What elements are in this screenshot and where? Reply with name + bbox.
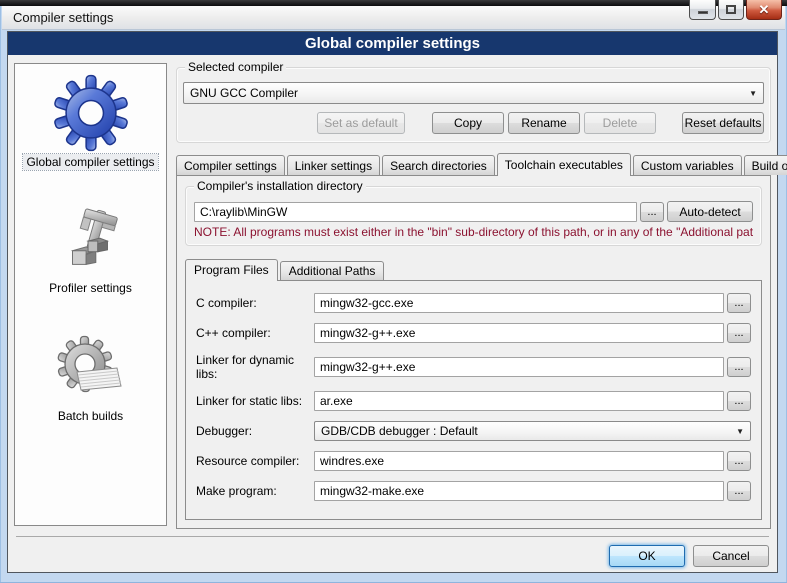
static-linker-label: Linker for static libs: [196,394,314,408]
cancel-button[interactable]: Cancel [693,545,769,567]
sidebar-item-label: Profiler settings [46,280,135,296]
cpp-compiler-browse-button[interactable]: ... [727,323,751,343]
minimize-icon [698,11,708,14]
window-title: Compiler settings [13,10,113,25]
dynamic-linker-input[interactable] [314,357,724,377]
sidebar-item-profiler-settings[interactable]: Profiler settings [46,208,135,296]
programs-subnotebook: Program Files Additional Paths C compile… [185,258,762,520]
browse-directory-button[interactable]: ... [640,202,664,222]
program-files-panel: C compiler: ... C++ compiler: [185,280,762,520]
gear-stack-icon [55,334,127,406]
resource-compiler-label: Resource compiler: [196,454,314,468]
debugger-combobox-value: GDB/CDB debugger : Default [321,424,730,438]
close-icon: ✕ [759,2,770,18]
maximize-button[interactable] [718,0,744,20]
make-program-row: Make program: ... [196,481,751,501]
compiler-combobox-value: GNU GCC Compiler [190,86,743,100]
chevron-down-icon: ▼ [743,89,757,98]
dialog-footer: OK Cancel [16,536,769,567]
sidebar-item-label: Batch builds [55,408,126,424]
static-linker-row: Linker for static libs: ... [196,391,751,411]
delete-button[interactable]: Delete [584,112,656,134]
dialog-client-area: Global compiler settings [7,31,778,573]
settings-content: Selected compiler GNU GCC Compiler ▼ Set… [176,61,771,528]
installation-directory-input[interactable] [194,202,637,222]
maximize-icon [726,5,736,14]
sidebar-item-batch-builds[interactable]: Batch builds [55,334,127,424]
static-linker-input[interactable] [314,391,724,411]
caliper-icon [55,208,125,278]
c-compiler-browse-button[interactable]: ... [727,293,751,313]
tab-compiler-settings[interactable]: Compiler settings [176,155,285,175]
resource-compiler-browse-button[interactable]: ... [727,451,751,471]
installation-note: NOTE: All programs must exist either in … [194,225,753,239]
titlebar[interactable]: Compiler settings [2,6,785,30]
selected-compiler-group-label: Selected compiler [185,60,286,74]
set-as-default-button[interactable]: Set as default [317,112,405,134]
page-title: Global compiler settings [305,35,480,52]
installation-directory-group: Compiler's installation directory ... Au… [185,186,762,246]
programs-subtabbar: Program Files Additional Paths [185,258,762,280]
c-compiler-input[interactable] [314,293,724,313]
settings-category-list: Global compiler settings [14,63,167,526]
dynamic-linker-browse-button[interactable]: ... [727,357,751,377]
make-program-browse-button[interactable]: ... [727,481,751,501]
tab-build-options[interactable]: Build options [744,155,787,175]
toolchain-executables-panel: Compiler's installation directory ... Au… [176,175,771,529]
sidebar-item-label: Global compiler settings [23,154,157,170]
subtab-program-files[interactable]: Program Files [185,259,278,281]
auto-detect-button[interactable]: Auto-detect [667,201,753,222]
sidebar-item-global-compiler-settings[interactable]: Global compiler settings [23,74,157,170]
chevron-down-icon: ▼ [730,427,744,436]
dialog-body: Global compiler settings [8,61,777,528]
settings-tabbar: Compiler settings Linker settings Search… [176,153,771,175]
dynamic-linker-label: Linker for dynamic libs: [196,353,314,381]
tab-toolchain-executables[interactable]: Toolchain executables [497,153,631,176]
copy-button[interactable]: Copy [432,112,504,134]
tab-linker-settings[interactable]: Linker settings [287,155,380,175]
rename-button[interactable]: Rename [508,112,580,134]
debugger-combobox[interactable]: GDB/CDB debugger : Default ▼ [314,421,751,441]
static-linker-browse-button[interactable]: ... [727,391,751,411]
compiler-combobox[interactable]: GNU GCC Compiler ▼ [183,82,764,104]
resource-compiler-input[interactable] [314,451,724,471]
compiler-settings-window: Compiler settings ✕ Global compiler sett… [0,0,787,583]
reset-defaults-button[interactable]: Reset defaults [682,112,764,134]
c-compiler-row: C compiler: ... [196,293,751,313]
gear-blue-icon [52,74,130,152]
debugger-row: Debugger: GDB/CDB debugger : Default ▼ [196,421,751,441]
make-program-input[interactable] [314,481,724,501]
compiler-actions: Set as default Copy Rename Delete Reset … [183,112,764,134]
cpp-compiler-row: C++ compiler: ... [196,323,751,343]
window-controls: ✕ [689,0,782,20]
tab-search-directories[interactable]: Search directories [382,155,495,175]
cpp-compiler-label: C++ compiler: [196,326,314,340]
installation-directory-group-label: Compiler's installation directory [194,179,366,193]
tab-custom-variables[interactable]: Custom variables [633,155,742,175]
selected-compiler-group: Selected compiler GNU GCC Compiler ▼ Set… [176,67,771,143]
cpp-compiler-input[interactable] [314,323,724,343]
page-title-banner: Global compiler settings [8,32,777,55]
ok-button[interactable]: OK [609,545,685,567]
dynamic-linker-row: Linker for dynamic libs: ... [196,353,751,381]
close-button[interactable]: ✕ [746,0,782,20]
minimize-button[interactable] [689,0,716,20]
make-program-label: Make program: [196,484,314,498]
subtab-additional-paths[interactable]: Additional Paths [280,261,385,280]
debugger-label: Debugger: [196,424,314,438]
resource-compiler-row: Resource compiler: ... [196,451,751,471]
installation-directory-row: ... Auto-detect [194,201,753,222]
c-compiler-label: C compiler: [196,296,314,310]
